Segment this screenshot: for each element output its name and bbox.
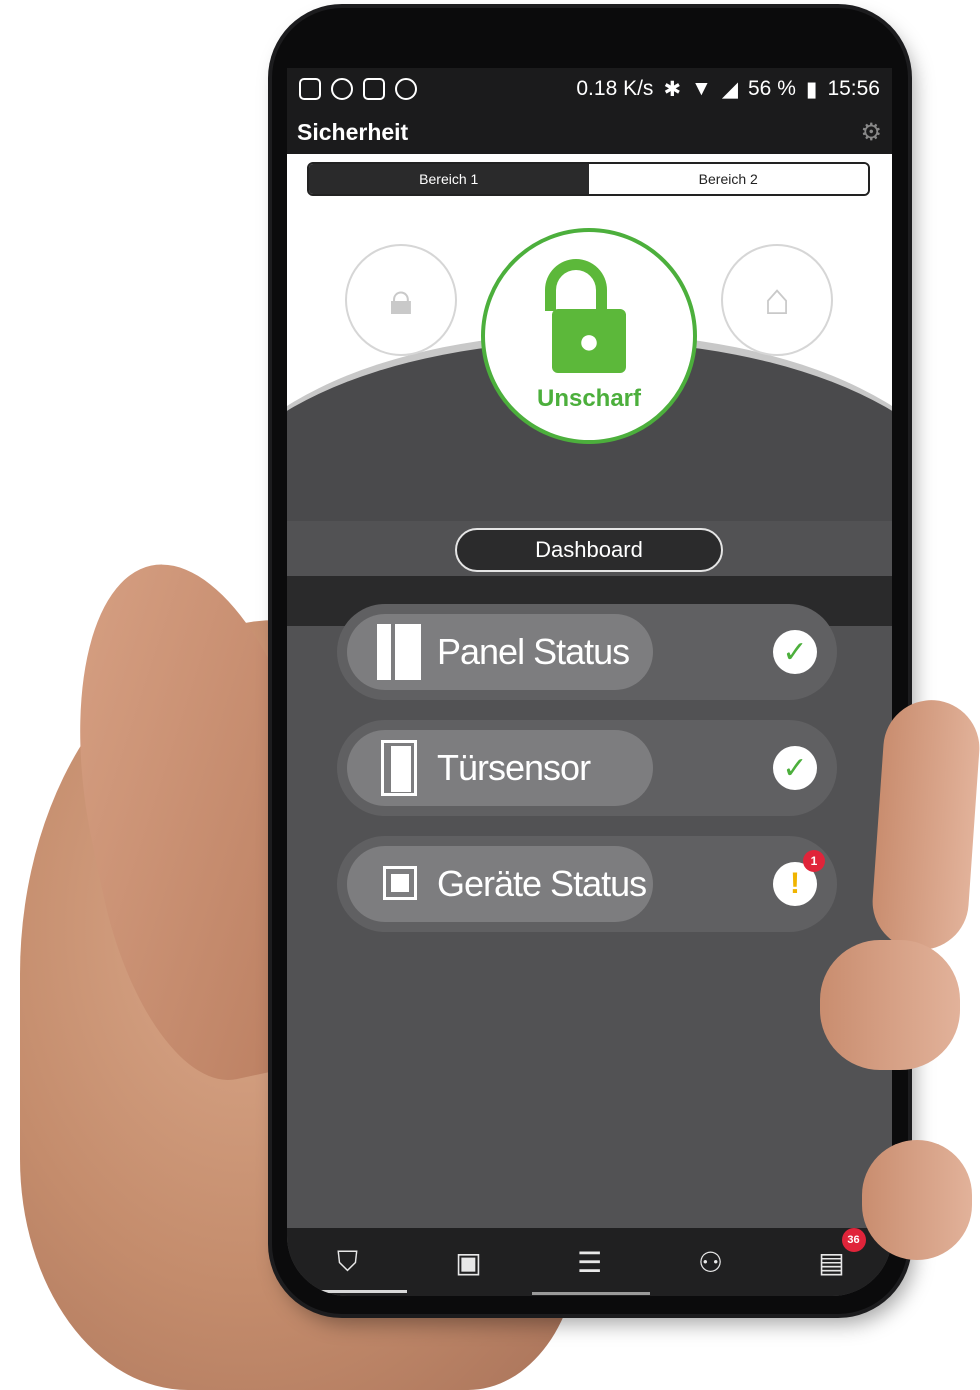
nav-settings-sliders-icon[interactable]: ☰ xyxy=(560,1246,620,1279)
app-notification-icon xyxy=(395,78,417,100)
warning-badge: 1 xyxy=(803,850,825,872)
list-item-door-sensor[interactable]: Türsensor ✓ xyxy=(337,720,837,816)
wifi-icon: ▼ xyxy=(691,77,712,100)
network-speed: 0.18 K/s xyxy=(576,77,654,100)
whatsapp-icon xyxy=(331,78,353,100)
tab-bereich-2[interactable]: Bereich 2 xyxy=(588,164,868,194)
active-tab-indicator xyxy=(317,1290,407,1293)
home-icon: ⌂ xyxy=(763,275,791,324)
list-item-label: Geräte Status xyxy=(437,863,647,904)
nav-camera-icon[interactable]: ⚇ xyxy=(681,1246,741,1279)
gear-icon[interactable]: ⚙ xyxy=(860,118,882,147)
battery-icon: ▮ xyxy=(805,77,818,101)
notification-icons xyxy=(299,78,417,100)
lock-icon: 🔒︎ xyxy=(389,275,413,324)
list-item-pill: Panel Status xyxy=(347,614,653,690)
signal-icon: ◢ xyxy=(721,77,738,101)
home-indicator xyxy=(532,1292,650,1295)
app-bar: Sicherheit ⚙ xyxy=(287,110,892,154)
list-item-panel-status[interactable]: Panel Status ✓ xyxy=(337,604,837,700)
app-screen: 0.18 K/s ✱ ▼ ◢ 56 % ▮ 15:56 Sicherheit ⚙… xyxy=(287,68,892,1296)
status-right: 0.18 K/s ✱ ▼ ◢ 56 % ▮ 15:56 xyxy=(576,77,880,102)
chip-icon xyxy=(377,856,421,912)
nav-events-list-icon[interactable]: ▤ 36 xyxy=(802,1227,866,1279)
events-count-badge: 36 xyxy=(841,1227,866,1252)
phone-frame: 0.18 K/s ✱ ▼ ◢ 56 % ▮ 15:56 Sicherheit ⚙… xyxy=(272,8,908,1314)
disarm-button[interactable]: ● Unscharf xyxy=(481,228,697,444)
page-title: Sicherheit xyxy=(297,118,409,145)
list-item-label: Türsensor xyxy=(437,747,591,788)
dashboard-title: Dashboard xyxy=(455,528,723,572)
arm-home-button[interactable]: ⌂ xyxy=(721,244,833,356)
hand-finger xyxy=(869,696,980,954)
check-icon: ✓ xyxy=(773,630,817,674)
battery-percent: 56 % xyxy=(748,77,796,100)
tab-bereich-1[interactable]: Bereich 1 xyxy=(309,164,589,194)
clock: 15:56 xyxy=(827,77,880,100)
hand-finger xyxy=(862,1140,972,1260)
list-item-label: Panel Status xyxy=(437,631,630,672)
check-icon: ✓ xyxy=(773,746,817,790)
nav-devices-chip-icon[interactable]: ▣ xyxy=(439,1246,499,1279)
mode-label: Unscharf xyxy=(536,385,642,412)
unlock-icon-shackle xyxy=(545,259,607,311)
door-icon xyxy=(377,740,421,796)
bottom-nav: ⛉ ▣ ☰ ⚇ ▤ 36 xyxy=(287,1227,892,1296)
panel-icon xyxy=(377,624,421,680)
bluetooth-icon: ✱ xyxy=(663,77,682,101)
status-bar: 0.18 K/s ✱ ▼ ◢ 56 % ▮ 15:56 xyxy=(287,68,892,110)
list-item-pill: Türsensor xyxy=(347,730,653,806)
nav-security-shield-icon[interactable]: ⛉ xyxy=(318,1246,378,1279)
hand-finger xyxy=(820,940,960,1070)
unlock-icon: ● xyxy=(552,309,626,373)
gallery-icon xyxy=(299,78,321,100)
list-item-pill: Geräte Status xyxy=(347,846,653,922)
area-segmented-control: Bereich 1 Bereich 2 xyxy=(307,162,870,196)
list-item-device-status[interactable]: Geräte Status ! 1 xyxy=(337,836,837,932)
activity-icon xyxy=(363,78,385,100)
arm-full-button[interactable]: 🔒︎ xyxy=(345,244,457,356)
